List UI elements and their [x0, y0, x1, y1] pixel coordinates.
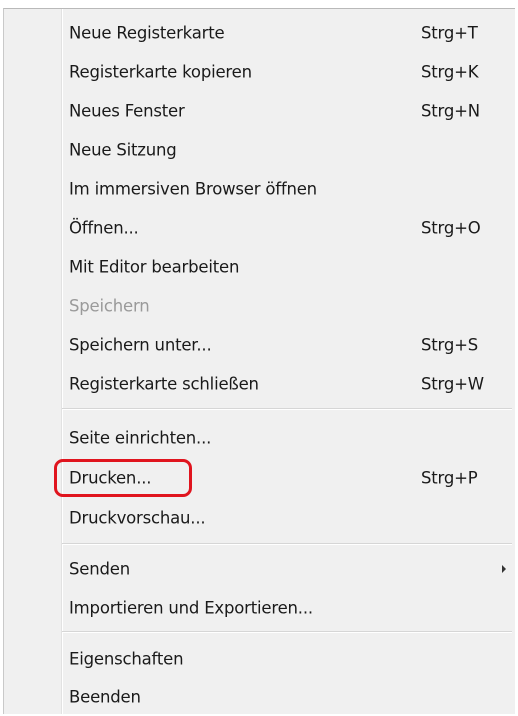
menu-item-label: Öffnen...: [69, 218, 139, 238]
menu-item-close-tab[interactable]: Registerkarte schließen Strg+W: [66, 365, 510, 403]
menu-item-new-session[interactable]: Neue Sitzung: [66, 131, 510, 169]
menu-separator: [62, 408, 512, 410]
menu-item-import-export[interactable]: Importieren und Exportieren...: [66, 589, 510, 627]
menu-item-send[interactable]: Senden: [66, 550, 510, 588]
menu-item-shortcut: Strg+N: [421, 101, 480, 121]
menu-item-label: Neues Fenster: [69, 101, 185, 121]
menu-item-label: Speichern: [69, 296, 150, 316]
menu-item-exit[interactable]: Beenden: [66, 678, 510, 716]
menu-item-label: Importieren und Exportieren...: [69, 598, 313, 618]
menu-item-label: Seite einrichten...: [69, 428, 212, 448]
menu-item-save-as[interactable]: Speichern unter... Strg+S: [66, 326, 510, 364]
menu-separator: [62, 631, 512, 633]
menu-item-label: Neue Sitzung: [69, 140, 177, 160]
menu-item-properties[interactable]: Eigenschaften: [66, 640, 510, 678]
menu-item-label: Neue Registerkarte: [69, 23, 225, 43]
menu-item-label: Senden: [69, 559, 130, 579]
menu-item-shortcut: Strg+K: [421, 62, 479, 82]
menu-item-new-tab[interactable]: Neue Registerkarte Strg+T: [66, 14, 510, 52]
menu-item-label: Mit Editor bearbeiten: [69, 257, 240, 277]
menu-item-open[interactable]: Öffnen... Strg+O: [66, 209, 510, 247]
menu-item-open-immersive-browser[interactable]: Im immersiven Browser öffnen: [66, 170, 510, 208]
menu-item-label: Beenden: [69, 687, 141, 707]
menu-item-shortcut: Strg+T: [421, 23, 478, 43]
menu-item-label: Drucken...: [69, 468, 152, 488]
menu-item-label: Registerkarte kopieren: [69, 62, 252, 82]
menu-item-shortcut: Strg+P: [421, 468, 478, 488]
menu-item-shortcut: Strg+S: [421, 335, 479, 355]
menu-item-label: Im immersiven Browser öffnen: [69, 179, 317, 199]
menu-item-label: Registerkarte schließen: [69, 374, 259, 394]
file-context-menu: Neue Registerkarte Strg+T Registerkarte …: [3, 8, 515, 714]
menu-item-new-window[interactable]: Neues Fenster Strg+N: [66, 92, 510, 130]
menu-item-label: Speichern unter...: [69, 335, 212, 355]
menu-item-shortcut: Strg+W: [421, 374, 484, 394]
menu-item-edit-with-editor[interactable]: Mit Editor bearbeiten: [66, 248, 510, 286]
menu-item-shortcut: Strg+O: [421, 218, 481, 238]
menu-item-print[interactable]: Drucken... Strg+P: [54, 459, 510, 497]
menu-item-print-preview[interactable]: Druckvorschau...: [66, 499, 510, 537]
menu-item-save: Speichern: [66, 287, 510, 325]
menu-item-duplicate-tab[interactable]: Registerkarte kopieren Strg+K: [66, 53, 510, 91]
chevron-right-icon: [502, 565, 506, 573]
menu-separator: [62, 543, 512, 545]
menu-item-label: Eigenschaften: [69, 649, 184, 669]
icon-gutter-divider-highlight: [62, 9, 63, 714]
menu-item-page-setup[interactable]: Seite einrichten...: [66, 419, 510, 457]
menu-item-label: Druckvorschau...: [69, 508, 206, 528]
